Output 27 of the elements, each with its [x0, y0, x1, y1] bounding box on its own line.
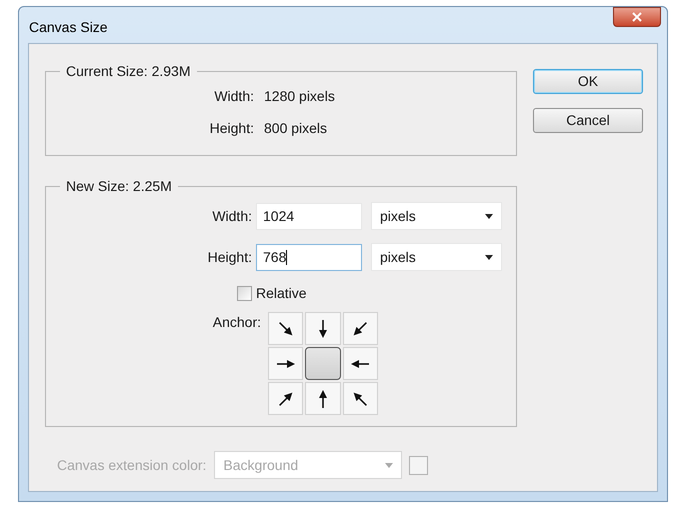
dropdown-caret-icon [485, 254, 493, 260]
field-label: Height: [206, 248, 252, 267]
field-label: Height: [208, 119, 254, 138]
checkbox-label: Relative [256, 284, 307, 303]
field-value: 1280 pixels [264, 87, 335, 106]
dropdown-caret-icon [485, 214, 493, 218]
close-button[interactable] [613, 7, 661, 27]
dialog-button[interactable]: OK [533, 69, 643, 94]
unit-dropdown[interactable]: pixels [371, 202, 502, 230]
unit-dropdown[interactable]: pixels [371, 243, 502, 271]
field-label: Width: [213, 87, 254, 106]
group-label: New Size: 2.25M [65, 177, 173, 196]
window-title: Canvas Size [29, 18, 108, 37]
color-swatch[interactable] [409, 456, 428, 474]
dialog-button[interactable]: Cancel [533, 108, 643, 133]
number-input[interactable]: 1024 [256, 202, 362, 230]
anchor-label: Anchor: [212, 313, 261, 332]
field-value: 800 pixels [264, 119, 328, 138]
field-label: Canvas extension color: [57, 456, 206, 474]
number-input[interactable]: 768 [256, 244, 362, 270]
dropdown-caret-icon [385, 462, 394, 468]
text-cursor [286, 250, 288, 264]
close-icon [632, 12, 642, 22]
group-label: Current Size: 2.93M [65, 62, 192, 81]
checkbox[interactable] [237, 286, 252, 301]
field-label: Width: [211, 206, 252, 226]
anchor-button[interactable] [305, 347, 341, 380]
